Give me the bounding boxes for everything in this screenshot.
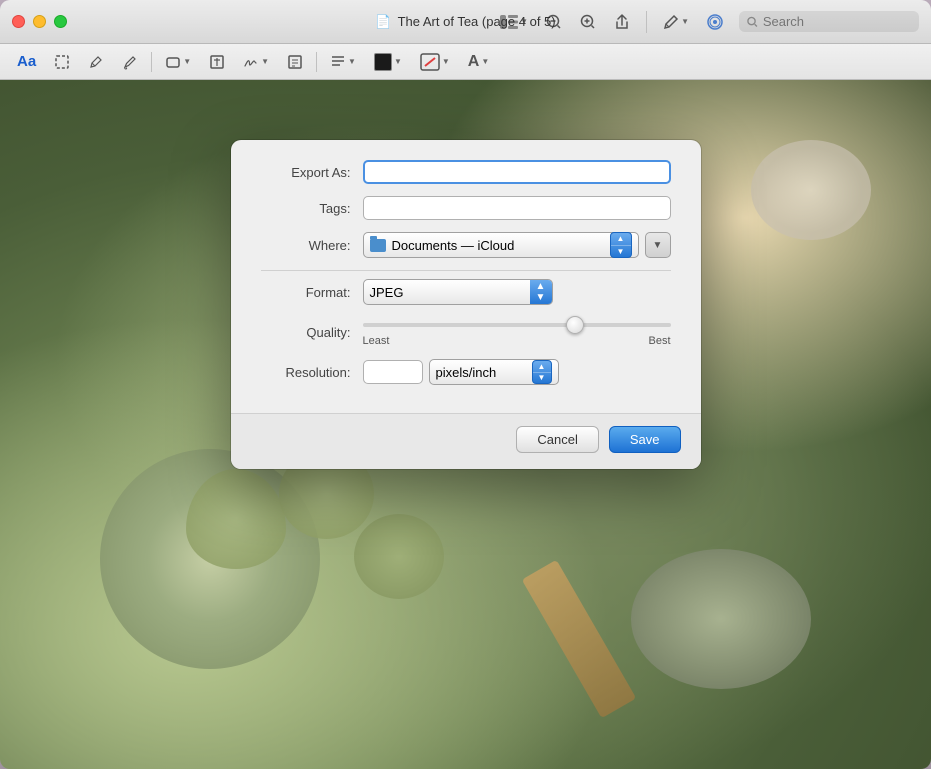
text-icon: [209, 54, 225, 70]
pencil-icon: [88, 54, 104, 70]
export-dialog: Export As: Tags: Where:: [231, 140, 701, 469]
traffic-lights: [12, 15, 67, 28]
stroke-icon: [420, 53, 440, 71]
selection-icon: [54, 54, 70, 70]
location-row: Documents — iCloud ▲ ▼ ▼: [363, 232, 671, 258]
align-button[interactable]: ▼: [325, 52, 361, 72]
shape-button[interactable]: ▼: [160, 51, 196, 73]
stepper-down[interactable]: ▼: [611, 245, 631, 258]
tags-row: Tags:: [261, 196, 671, 220]
note-button[interactable]: [282, 51, 308, 73]
format-label: Format:: [261, 285, 351, 300]
minimize-button[interactable]: [33, 15, 46, 28]
share-button[interactable]: [608, 10, 636, 34]
signature-button[interactable]: ▼: [238, 51, 274, 73]
note-icon: [287, 54, 303, 70]
zoom-in-button[interactable]: [574, 10, 602, 34]
dialog-footer: Cancel Save: [231, 413, 701, 469]
titlebar: 📄 The Art of Tea (page 4 of 5) ▼: [0, 0, 931, 44]
brush-button[interactable]: [117, 51, 143, 73]
unit-stepper[interactable]: ▲ ▼: [532, 360, 552, 384]
signature-icon: [243, 54, 259, 70]
content-area: Export As: Tags: Where:: [0, 80, 931, 769]
window-title: 📄 The Art of Tea (page 4 of 5): [375, 14, 555, 30]
unit-dropdown[interactable]: pixels/inch ▲ ▼: [429, 359, 559, 385]
maximize-button[interactable]: [54, 15, 67, 28]
tags-input[interactable]: [363, 196, 671, 220]
search-box[interactable]: [739, 11, 919, 32]
where-row: Where: Documents — iCloud ▲ ▼ ▼: [261, 232, 671, 258]
where-label: Where:: [261, 238, 351, 253]
font-size-icon: A: [468, 53, 480, 71]
unit-up[interactable]: ▲: [533, 361, 551, 372]
selection-button[interactable]: [49, 51, 75, 73]
unit-down[interactable]: ▼: [533, 372, 551, 384]
align-icon: [330, 55, 346, 69]
titlebar-right: ▼: [494, 10, 919, 34]
toolbar2: Aa ▼: [0, 44, 931, 80]
export-as-label: Export As:: [261, 165, 351, 180]
stroke-button[interactable]: ▼: [415, 50, 455, 74]
export-as-row: Export As:: [261, 160, 671, 184]
close-button[interactable]: [12, 15, 25, 28]
dialog-body: Export As: Tags: Where:: [231, 140, 701, 413]
folder-icon: [370, 239, 386, 252]
format-row: Format: JPEG ▲▼: [261, 279, 671, 305]
quality-max-label: Best: [648, 335, 670, 347]
quality-min-label: Least: [363, 335, 390, 347]
font-button[interactable]: Aa: [12, 50, 41, 73]
cancel-button[interactable]: Cancel: [516, 426, 598, 453]
quality-row: Quality: Least Best: [261, 317, 671, 347]
search-icon: [747, 16, 758, 28]
quality-label: Quality:: [261, 325, 351, 340]
pen-chevron-icon: ▼: [681, 17, 689, 26]
color-swatch: [374, 53, 392, 71]
document-icon: 📄: [375, 14, 391, 30]
tags-label: Tags:: [261, 201, 351, 216]
expand-location-button[interactable]: ▼: [645, 232, 671, 258]
save-button[interactable]: Save: [609, 426, 681, 453]
stepper-up[interactable]: ▲: [611, 233, 631, 245]
export-as-input[interactable]: [363, 160, 671, 184]
format-select-arrow: ▲▼: [530, 280, 552, 304]
resolution-row: Resolution: 150 pixels/inch ▲ ▼: [261, 359, 671, 385]
font-size-button[interactable]: A ▼: [463, 50, 494, 74]
shape-icon: [165, 54, 181, 70]
markup-button[interactable]: [701, 10, 729, 34]
format-dropdown[interactable]: JPEG ▲▼: [363, 279, 553, 305]
search-input[interactable]: [763, 14, 911, 29]
text-button[interactable]: [204, 51, 230, 73]
dialog-separator-1: [261, 270, 671, 271]
quality-slider-container: Least Best: [363, 317, 671, 347]
resolution-input[interactable]: 150: [363, 360, 423, 384]
pencil-button[interactable]: [83, 51, 109, 73]
brush-icon: [122, 54, 138, 70]
color-button[interactable]: ▼: [369, 50, 407, 74]
location-dropdown[interactable]: Documents — iCloud ▲ ▼: [363, 232, 639, 258]
quality-slider[interactable]: [363, 323, 671, 327]
resolution-label: Resolution:: [261, 365, 351, 380]
app-window: 📄 The Art of Tea (page 4 of 5) ▼: [0, 0, 931, 769]
location-stepper[interactable]: ▲ ▼: [610, 232, 632, 258]
pen-tool-button[interactable]: ▼: [657, 10, 695, 34]
modal-overlay: Export As: Tags: Where:: [0, 80, 931, 769]
